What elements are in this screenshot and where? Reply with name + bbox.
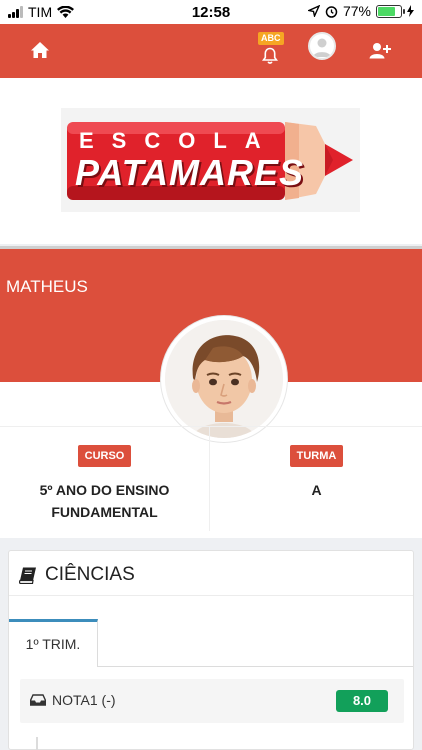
charging-icon (407, 5, 414, 17)
term-tabs: 1º TRIM. (9, 619, 413, 667)
course-value: 5º ANO DO ENSINO FUNDAMENTAL (39, 482, 170, 520)
user-plus-icon (369, 42, 391, 58)
app-bar: ABC (0, 24, 422, 78)
class-badge: TURMA (289, 445, 344, 467)
user-avatar-icon (313, 38, 331, 57)
student-photo (161, 316, 287, 442)
bell-icon (262, 47, 278, 64)
tab-1-trim[interactable]: 1º TRIM. (9, 619, 98, 667)
student-portrait (165, 320, 283, 438)
grade-row: NOTA1 (-) 8.0 (20, 679, 404, 723)
student-info: CURSO 5º ANO DO ENSINO FUNDAMENTAL TURMA… (0, 426, 422, 531)
course-badge: CURSO (77, 445, 132, 467)
subject-title: CIÊNCIAS (45, 564, 135, 585)
timeline-line (36, 737, 38, 750)
notification-badge: ABC (258, 32, 284, 45)
grade-value-badge: 8.0 (336, 690, 388, 712)
subject-header: CIÊNCIAS (19, 564, 135, 586)
user-avatar-button[interactable] (308, 32, 336, 60)
alarm-icon (325, 5, 338, 18)
logo-text-escola: ESCOLA (79, 128, 279, 153)
status-bar: TIM 12:58 77% (0, 0, 422, 24)
notifications-button[interactable]: ABC (250, 32, 290, 68)
class-value: A (311, 482, 322, 498)
class-info: TURMA A (211, 427, 422, 531)
location-icon (307, 5, 320, 17)
grade-name: NOTA1 (-) (52, 692, 116, 708)
app-screen: TIM 12:58 77% ABC ESCOLA PATAMARES MATHE… (0, 0, 422, 750)
add-user-button[interactable] (366, 36, 394, 64)
school-logo: ESCOLA PATAMARES (61, 108, 360, 212)
status-right: 77% (307, 3, 414, 19)
battery-percent: 77% (342, 3, 371, 19)
course-info: CURSO 5º ANO DO ENSINO FUNDAMENTAL (0, 427, 210, 531)
home-icon (31, 42, 49, 58)
battery-icon (376, 4, 405, 18)
student-name: MATHEUS (6, 277, 88, 296)
inbox-icon (30, 694, 46, 706)
subject-card: CIÊNCIAS 1º TRIM. NOTA1 (-) 8.0 (8, 550, 414, 750)
home-button[interactable] (26, 36, 54, 64)
card-divider (9, 595, 413, 596)
grade-label: NOTA1 (-) (30, 692, 116, 708)
school-logo-area: ESCOLA PATAMARES (0, 78, 422, 244)
logo-text-patamares: PATAMARES (75, 152, 304, 193)
book-icon (19, 567, 36, 584)
